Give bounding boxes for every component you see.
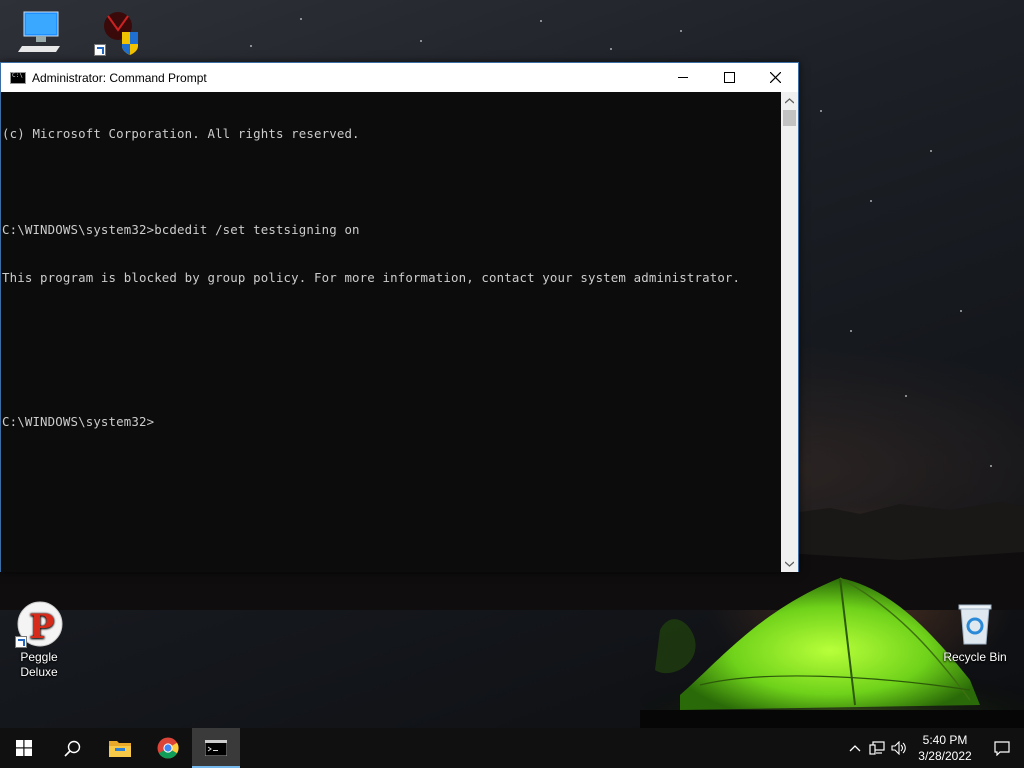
star xyxy=(850,330,852,332)
minimize-icon xyxy=(678,77,688,78)
clock-date: 3/28/2022 xyxy=(918,749,972,763)
close-icon xyxy=(769,72,781,83)
notification-icon xyxy=(994,740,1010,756)
clock[interactable]: 5:40 PM 3/28/2022 xyxy=(910,732,980,764)
search-button[interactable] xyxy=(48,728,96,768)
recycle-bin-icon xyxy=(951,600,999,648)
system-tray: 5:40 PM 3/28/2022 xyxy=(844,728,1024,768)
app-shield-icon xyxy=(94,8,142,56)
title-bar[interactable]: Administrator: Command Prompt xyxy=(1,63,798,92)
command-prompt-window[interactable]: Administrator: Command Prompt (c) Micros… xyxy=(0,62,799,572)
star xyxy=(540,20,542,22)
star xyxy=(960,310,962,312)
scroll-thumb[interactable] xyxy=(783,110,796,126)
minimize-button[interactable] xyxy=(660,63,706,92)
desktop-icon-recycle-bin[interactable]: Recycle Bin xyxy=(937,600,1013,665)
network-icon xyxy=(869,741,885,755)
clock-time: 5:40 PM xyxy=(922,733,968,747)
desktop: P Peggle Deluxe Recycle Bin Administrato… xyxy=(0,0,1024,768)
star xyxy=(820,110,822,112)
file-explorer-icon xyxy=(109,741,131,757)
volume-button[interactable] xyxy=(888,728,910,768)
search-icon xyxy=(63,740,80,757)
star xyxy=(420,40,422,42)
window-title: Administrator: Command Prompt xyxy=(32,70,207,85)
maximize-button[interactable] xyxy=(706,63,752,92)
star xyxy=(610,48,612,50)
desktop-icon-shortcut[interactable] xyxy=(80,8,156,58)
chevron-up-icon xyxy=(849,744,861,751)
star xyxy=(680,30,682,32)
scroll-down-button[interactable] xyxy=(781,555,798,572)
action-center-button[interactable] xyxy=(980,728,1024,768)
star xyxy=(930,150,932,152)
star xyxy=(870,200,872,202)
close-button[interactable] xyxy=(752,63,798,92)
start-button[interactable] xyxy=(0,728,48,768)
taskbar: 5:40 PM 3/28/2022 xyxy=(0,728,1024,768)
desktop-icon-peggle-deluxe[interactable]: P Peggle Deluxe xyxy=(1,600,77,680)
command-prompt-icon xyxy=(205,740,227,756)
console-output[interactable]: (c) Microsoft Corporation. All rights re… xyxy=(1,92,781,572)
star xyxy=(990,465,992,467)
shortcut-arrow-icon xyxy=(94,44,106,56)
shortcut-arrow-icon xyxy=(15,636,27,648)
console-prompt-line: C:\WINDOWS\system32> xyxy=(2,414,155,429)
peggle-icon: P xyxy=(15,600,63,648)
chrome-icon xyxy=(157,737,179,759)
svg-text:P: P xyxy=(29,607,55,647)
chevron-up-icon xyxy=(785,97,794,103)
console-line: (c) Microsoft Corporation. All rights re… xyxy=(2,126,360,141)
volume-icon xyxy=(890,741,906,755)
show-hidden-icons-button[interactable] xyxy=(844,728,866,768)
star xyxy=(905,395,907,397)
network-button[interactable] xyxy=(866,728,888,768)
vertical-scrollbar[interactable] xyxy=(781,92,798,572)
taskbar-file-explorer[interactable] xyxy=(96,728,144,768)
maximize-icon xyxy=(723,72,735,83)
console-line: C:\WINDOWS\system32>bcdedit /set testsig… xyxy=(2,222,360,237)
desktop-icon-this-pc[interactable] xyxy=(2,8,78,58)
desktop-icon-label: Peggle Deluxe xyxy=(20,650,58,679)
computer-icon xyxy=(16,8,64,56)
taskbar-command-prompt[interactable] xyxy=(192,728,240,768)
taskbar-chrome[interactable] xyxy=(144,728,192,768)
star xyxy=(300,18,302,20)
command-prompt-icon xyxy=(10,71,26,84)
desktop-icon-label: Recycle Bin xyxy=(943,650,1007,664)
chevron-down-icon xyxy=(785,561,794,567)
star xyxy=(250,45,252,47)
windows-start-icon xyxy=(16,740,32,756)
console-line: This program is blocked by group policy.… xyxy=(2,270,741,285)
scroll-up-button[interactable] xyxy=(781,92,798,109)
